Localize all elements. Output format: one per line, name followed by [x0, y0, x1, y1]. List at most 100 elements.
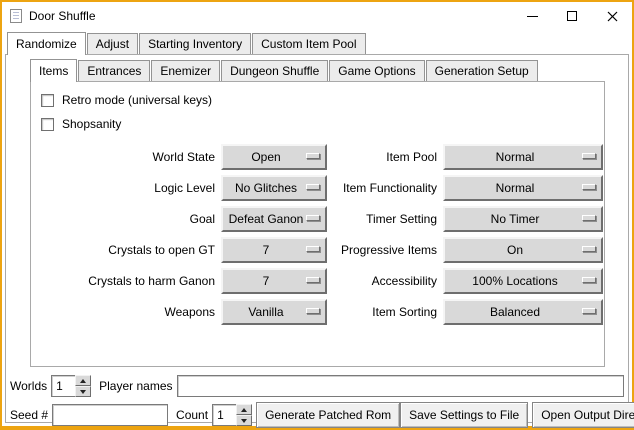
tab-dungeon-shuffle[interactable]: Dungeon Shuffle: [221, 60, 328, 81]
window-title: Door Shuffle: [29, 9, 96, 23]
logic-level-dropdown[interactable]: No Glitches: [221, 175, 327, 201]
crystals-open-gt-dropdown[interactable]: 7: [221, 237, 327, 263]
item-functionality-label: Item Functionality: [341, 181, 443, 195]
crystals-open-gt-value: 7: [263, 243, 270, 257]
shopsanity-label: Shopsanity: [62, 117, 121, 131]
minimize-button[interactable]: [512, 2, 552, 30]
worlds-input[interactable]: [51, 375, 75, 397]
item-functionality-value: Normal: [496, 181, 535, 195]
accessibility-label: Accessibility: [341, 274, 443, 288]
option-row: Crystals to open GT 7: [39, 234, 341, 265]
shopsanity-checkbox-box[interactable]: [41, 118, 54, 131]
dropdown-indicator-icon: [306, 215, 320, 221]
options-grid: World State Open Logic Level No Glitches: [39, 141, 596, 327]
item-sorting-value: Balanced: [490, 305, 540, 319]
player-names-input[interactable]: [177, 375, 625, 397]
tab-entrances[interactable]: Entrances: [78, 60, 150, 81]
weapons-value: Vanilla: [248, 305, 283, 319]
weapons-label: Weapons: [39, 305, 221, 319]
option-row: Timer Setting No Timer: [341, 203, 603, 234]
open-output-directory-button[interactable]: Open Output Directory: [532, 402, 634, 428]
items-pane: Retro mode (universal keys) Shopsanity W…: [30, 81, 605, 367]
window: Door Shuffle Randomize Adjust Starting I…: [0, 0, 634, 430]
dropdown-indicator-icon: [306, 153, 320, 159]
down-arrow-icon: [80, 390, 86, 394]
main-tab-bar: Randomize Adjust Starting Inventory Cust…: [2, 32, 632, 54]
option-row: Item Sorting Balanced: [341, 296, 603, 327]
down-arrow-icon: [241, 419, 247, 423]
world-state-dropdown[interactable]: Open: [221, 144, 327, 170]
tab-game-options[interactable]: Game Options: [329, 60, 424, 81]
progressive-items-value: On: [507, 243, 523, 257]
item-sorting-dropdown[interactable]: Balanced: [443, 299, 603, 325]
dropdown-indicator-icon: [306, 277, 320, 283]
worlds-down-button[interactable]: [75, 386, 91, 397]
save-settings-button[interactable]: Save Settings to File: [400, 402, 528, 428]
dropdown-indicator-icon: [582, 153, 596, 159]
player-names-label: Player names: [99, 379, 172, 393]
retro-mode-label: Retro mode (universal keys): [62, 93, 212, 107]
crystals-harm-ganon-label: Crystals to harm Ganon: [39, 274, 221, 288]
count-up-button[interactable]: [236, 404, 252, 415]
crystals-harm-ganon-dropdown[interactable]: 7: [221, 268, 327, 294]
progressive-items-dropdown[interactable]: On: [443, 237, 603, 263]
option-row: Accessibility 100% Locations: [341, 265, 603, 296]
option-row: Item Pool Normal: [341, 141, 603, 172]
item-functionality-dropdown[interactable]: Normal: [443, 175, 603, 201]
timer-setting-dropdown[interactable]: No Timer: [443, 206, 603, 232]
worlds-spinner-arrows: [75, 375, 91, 397]
tab-custom-item-pool[interactable]: Custom Item Pool: [252, 33, 365, 54]
option-row: World State Open: [39, 141, 341, 172]
worlds-label: Worlds: [10, 379, 47, 393]
option-row: Progressive Items On: [341, 234, 603, 265]
timer-setting-label: Timer Setting: [341, 212, 443, 226]
count-label: Count: [176, 408, 208, 422]
count-spinner: [212, 404, 252, 426]
tab-generation-setup[interactable]: Generation Setup: [426, 60, 538, 81]
up-arrow-icon: [241, 408, 247, 412]
goal-dropdown[interactable]: Defeat Ganon: [221, 206, 327, 232]
tab-adjust[interactable]: Adjust: [87, 33, 138, 54]
option-row: Logic Level No Glitches: [39, 172, 341, 203]
caption-buttons: [512, 2, 632, 30]
logic-level-value: No Glitches: [235, 181, 297, 195]
app-icon: [10, 9, 22, 23]
tab-randomize[interactable]: Randomize: [7, 32, 86, 55]
options-column-left: World State Open Logic Level No Glitches: [39, 141, 341, 327]
worlds-up-button[interactable]: [75, 375, 91, 386]
tab-starting-inventory[interactable]: Starting Inventory: [139, 33, 251, 54]
accessibility-dropdown[interactable]: 100% Locations: [443, 268, 603, 294]
dropdown-indicator-icon: [582, 277, 596, 283]
crystals-open-gt-label: Crystals to open GT: [39, 243, 221, 257]
crystals-harm-ganon-value: 7: [263, 274, 270, 288]
seed-input[interactable]: [52, 404, 168, 426]
close-button[interactable]: [592, 2, 632, 30]
retro-mode-checkbox-box[interactable]: [41, 94, 54, 107]
seed-label: Seed #: [10, 408, 48, 422]
randomize-pane: Items Entrances Enemizer Dungeon Shuffle…: [5, 54, 629, 423]
minimize-icon: [527, 16, 538, 17]
world-state-label: World State: [39, 150, 221, 164]
generate-patched-rom-button[interactable]: Generate Patched Rom: [256, 402, 400, 428]
item-pool-dropdown[interactable]: Normal: [443, 144, 603, 170]
dropdown-indicator-icon: [306, 246, 320, 252]
count-down-button[interactable]: [236, 415, 252, 426]
dropdown-indicator-icon: [582, 184, 596, 190]
option-row: Weapons Vanilla: [39, 296, 341, 327]
world-state-value: Open: [251, 150, 280, 164]
maximize-button[interactable]: [552, 2, 592, 30]
tab-enemizer[interactable]: Enemizer: [151, 60, 220, 81]
checkbox-shopsanity[interactable]: Shopsanity: [41, 112, 596, 136]
worlds-spinner: [51, 375, 91, 397]
count-input[interactable]: [212, 404, 236, 426]
sub-tab-bar: Items Entrances Enemizer Dungeon Shuffle…: [30, 59, 628, 81]
dropdown-indicator-icon: [582, 246, 596, 252]
logic-level-label: Logic Level: [39, 181, 221, 195]
bottom-row-2: Seed # Count Generate Patched Rom Save S…: [10, 402, 624, 428]
weapons-dropdown[interactable]: Vanilla: [221, 299, 327, 325]
dropdown-indicator-icon: [306, 308, 320, 314]
checkbox-retro-mode[interactable]: Retro mode (universal keys): [41, 88, 596, 112]
tab-items[interactable]: Items: [30, 59, 77, 82]
option-row: Item Functionality Normal: [341, 172, 603, 203]
titlebar: Door Shuffle: [2, 2, 632, 30]
